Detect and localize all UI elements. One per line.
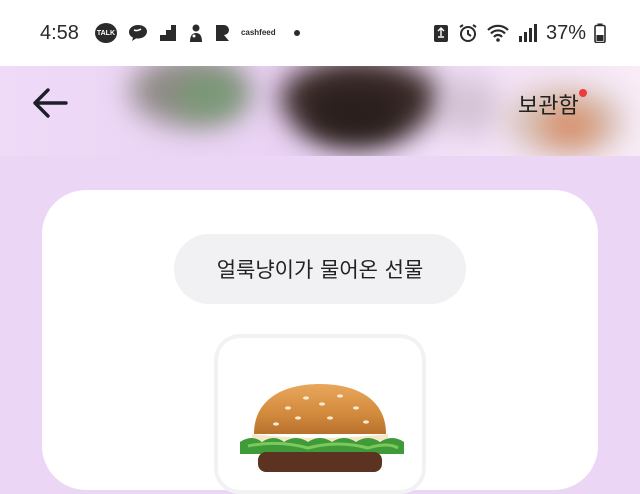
stairs-icon bbox=[159, 24, 177, 42]
kakaotalk-icon: TALK bbox=[94, 23, 117, 43]
chat-bubble-icon bbox=[127, 23, 149, 43]
status-bar: 4:58 TALK cash feed 37% bbox=[0, 0, 640, 66]
recycle-icon bbox=[432, 23, 450, 43]
storage-button[interactable]: 보관함 bbox=[518, 86, 587, 122]
signal-icon bbox=[518, 23, 538, 43]
mascot-icon bbox=[187, 23, 205, 43]
gift-card: 얼룩냥이가 물어온 선물 bbox=[42, 190, 598, 494]
new-badge-dot bbox=[578, 89, 587, 97]
arrow-left-icon bbox=[33, 88, 68, 118]
cashfeed-label-bottom: feed bbox=[259, 28, 276, 37]
burger-image bbox=[240, 384, 404, 472]
gift-item-frame[interactable] bbox=[214, 334, 426, 494]
battery-icon bbox=[594, 23, 606, 43]
back-button[interactable] bbox=[30, 84, 70, 122]
cashfeed-icon: cash feed bbox=[241, 29, 276, 37]
b-app-icon bbox=[215, 24, 231, 42]
gift-title: 얼룩냥이가 물어온 선물 bbox=[216, 258, 424, 282]
status-right: 37% bbox=[432, 22, 606, 45]
status-time: 4:58 bbox=[40, 21, 79, 44]
status-left: 4:58 TALK cash feed bbox=[40, 22, 300, 45]
cashfeed-label-top: cash bbox=[240, 28, 260, 37]
gift-title-chip: 얼룩냥이가 물어온 선물 bbox=[174, 234, 466, 304]
more-notifications-dot bbox=[293, 30, 300, 36]
battery-percent: 37% bbox=[545, 21, 586, 44]
wifi-icon bbox=[486, 23, 510, 43]
alarm-icon bbox=[458, 23, 478, 43]
storage-label: 보관함 bbox=[518, 94, 579, 119]
